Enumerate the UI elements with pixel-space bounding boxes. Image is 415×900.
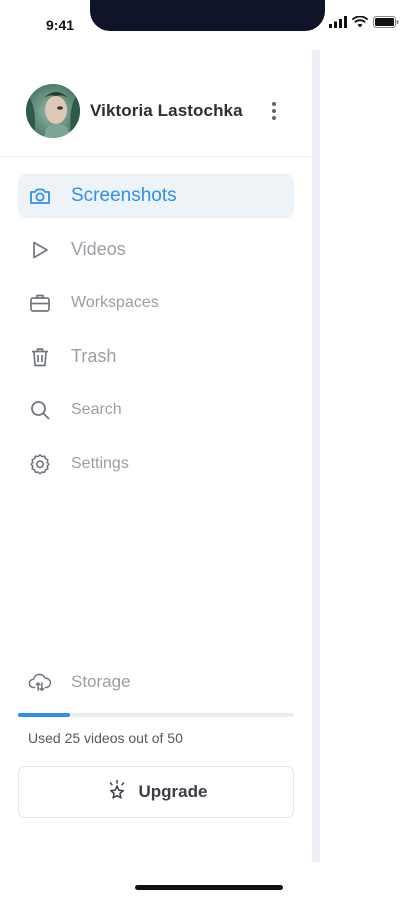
nav-label-trash: Trash: [71, 346, 117, 366]
home-indicator: [135, 885, 283, 890]
avatar[interactable]: [26, 84, 80, 138]
wifi-icon: [352, 16, 368, 28]
cloud-upload-icon: [28, 670, 52, 694]
status-icons: [329, 16, 399, 28]
search-icon: [28, 398, 52, 422]
status-bar: 9:41: [0, 0, 415, 44]
user-name: Viktoria Lastochka: [90, 101, 243, 120]
nav-label-screenshots: Screenshots: [71, 185, 177, 206]
nav-label-settings: Settings: [71, 454, 129, 472]
camera-icon: [28, 184, 52, 208]
nav-label-videos: Videos: [71, 239, 126, 259]
sidebar-nav: Screenshots Videos Workspaces Trash Sear…: [18, 174, 294, 495]
nav-item-screenshots[interactable]: Screenshots: [18, 174, 294, 218]
storage-progress-bar: [18, 713, 294, 717]
more-dot: [272, 116, 276, 120]
storage-section: Storage: [18, 664, 294, 700]
nav-item-settings[interactable]: Settings: [18, 442, 294, 486]
trash-icon: [28, 345, 52, 369]
battery-icon: [373, 16, 399, 28]
storage-label: Storage: [71, 672, 131, 691]
upgrade-button[interactable]: Upgrade: [18, 766, 294, 818]
storage-usage-text: Used 25 videos out of 50: [28, 730, 183, 746]
more-dot: [272, 102, 276, 106]
nav-label-workspaces: Workspaces: [71, 294, 159, 311]
header-divider: [0, 156, 312, 157]
nav-item-videos[interactable]: Videos: [18, 228, 294, 272]
upgrade-label: Upgrade: [138, 782, 208, 801]
nav-item-search[interactable]: Search: [18, 388, 294, 432]
nav-label-search: Search: [71, 401, 122, 418]
storage-progress-fill: [18, 713, 70, 717]
device-notch: [90, 0, 325, 31]
play-icon: [28, 238, 52, 262]
profile-header: Viktoria Lastochka: [26, 84, 296, 138]
status-time: 9:41: [46, 17, 75, 33]
briefcase-icon: [28, 291, 52, 315]
more-options-button[interactable]: [262, 84, 286, 138]
sparkle-star-icon: [105, 778, 129, 807]
more-dot: [272, 109, 276, 113]
signal-icon: [329, 16, 347, 28]
nav-item-workspaces[interactable]: Workspaces: [18, 281, 294, 325]
content-pane-edge: [312, 50, 320, 862]
gear-icon: [28, 452, 52, 476]
nav-item-trash[interactable]: Trash: [18, 335, 294, 379]
